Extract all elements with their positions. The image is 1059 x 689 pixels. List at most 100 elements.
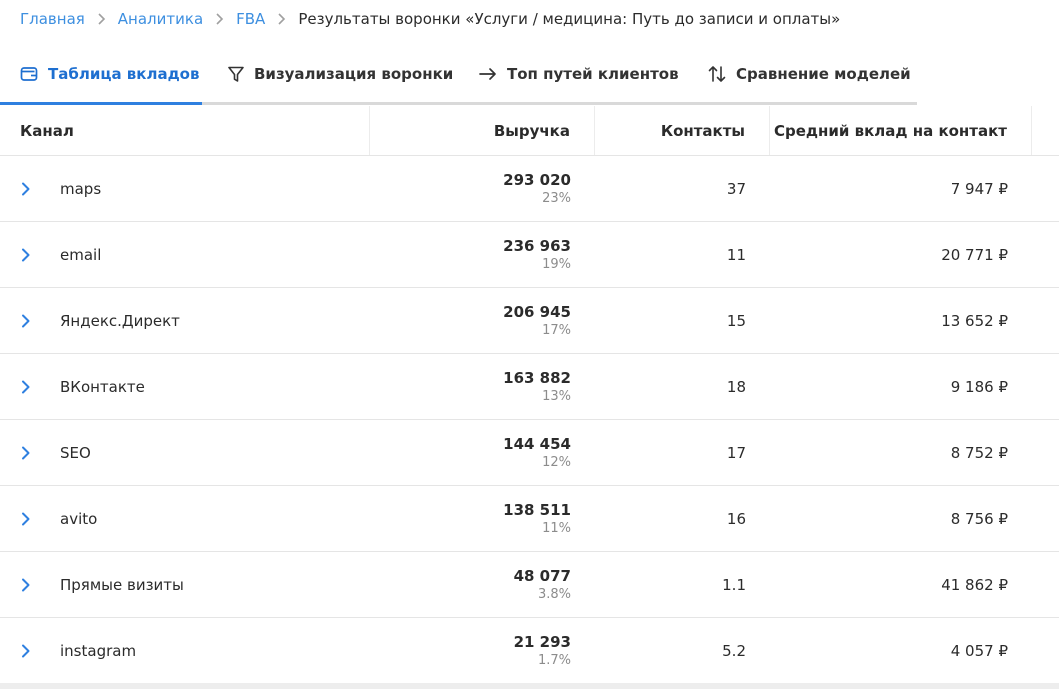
- row-spacer: [1032, 156, 1059, 221]
- avg-contribution-cell: 4 057 ₽: [950, 641, 1008, 660]
- channel-name: avito: [60, 509, 98, 528]
- column-header-contacts[interactable]: Контакты: [595, 106, 770, 155]
- revenue-value: 206 945: [503, 302, 571, 321]
- table-row[interactable]: maps 293 020 23% 37 7 947 ₽: [0, 156, 1059, 222]
- breadcrumb-current: Результаты воронки «Услуги / медицина: П…: [298, 10, 841, 28]
- row-spacer: [1032, 222, 1059, 287]
- channel-cell: SEO: [0, 420, 370, 485]
- contacts-cell: 18: [726, 377, 746, 396]
- breadcrumb-analytics[interactable]: Аналитика: [118, 10, 203, 28]
- revenue-cell: 21 293 1.7%: [370, 618, 595, 683]
- revenue-value: 138 511: [503, 500, 571, 519]
- revenue-value: 21 293: [513, 632, 571, 651]
- chevron-right-icon[interactable]: [18, 577, 34, 593]
- revenue-value: 144 454: [503, 434, 571, 453]
- contacts-cell: 16: [726, 509, 746, 528]
- row-spacer: [1032, 486, 1059, 551]
- chevron-right-icon[interactable]: [18, 445, 34, 461]
- contribution-table: Канал Выручка Контакты Средний вклад на …: [0, 106, 1059, 684]
- revenue-cell: 206 945 17%: [370, 288, 595, 353]
- channel-name: Яндекс.Директ: [60, 311, 180, 330]
- revenue-cell: 144 454 12%: [370, 420, 595, 485]
- column-header-channel[interactable]: Канал: [0, 106, 370, 155]
- channel-cell: avito: [0, 486, 370, 551]
- revenue-value: 236 963: [503, 236, 571, 255]
- breadcrumb-fba[interactable]: FBA: [236, 10, 265, 28]
- revenue-share: 17%: [542, 322, 571, 338]
- contacts-cell: 1.1: [722, 575, 746, 594]
- table-row[interactable]: Прямые визиты 48 077 3.8% 1.1 41 862 ₽: [0, 552, 1059, 618]
- chevron-right-icon[interactable]: [18, 313, 34, 329]
- table-row[interactable]: SEO 144 454 12% 17 8 752 ₽: [0, 420, 1059, 486]
- avg-contribution-cell: 8 752 ₽: [950, 443, 1008, 462]
- chevron-right-icon[interactable]: [18, 643, 34, 659]
- table-header: Канал Выручка Контакты Средний вклад на …: [0, 106, 1059, 156]
- row-spacer: [1032, 354, 1059, 419]
- tab-model-comparison[interactable]: Сравнение моделей: [686, 46, 917, 102]
- avg-contribution-cell: 13 652 ₽: [941, 311, 1008, 330]
- channel-cell: ВКонтакте: [0, 354, 370, 419]
- table-row[interactable]: avito 138 511 11% 16 8 756 ₽: [0, 486, 1059, 552]
- contacts-cell: 5.2: [722, 641, 746, 660]
- sort-arrows-icon: [708, 65, 726, 83]
- avg-contribution-cell: 41 862 ₽: [941, 575, 1008, 594]
- avg-contribution-cell: 9 186 ₽: [950, 377, 1008, 396]
- tab-label: Топ путей клиентов: [507, 65, 679, 83]
- chevron-right-icon[interactable]: [18, 247, 34, 263]
- channel-name: SEO: [60, 443, 91, 462]
- revenue-cell: 48 077 3.8%: [370, 552, 595, 617]
- tab-funnel-visualization[interactable]: Визуализация воронки: [202, 46, 453, 102]
- avg-contribution-cell: 8 756 ₽: [950, 509, 1008, 528]
- contacts-cell: 11: [726, 245, 746, 264]
- revenue-share: 12%: [542, 454, 571, 470]
- contacts-cell: 17: [726, 443, 746, 462]
- row-spacer: [1032, 288, 1059, 353]
- tab-label: Таблица вкладов: [48, 65, 200, 83]
- table-row[interactable]: Яндекс.Директ 206 945 17% 15 13 652 ₽: [0, 288, 1059, 354]
- column-header-revenue[interactable]: Выручка: [370, 106, 595, 155]
- chevron-right-icon[interactable]: [18, 379, 34, 395]
- chevron-right-icon: [215, 12, 224, 26]
- filter-icon: [228, 66, 244, 83]
- channel-name: Прямые визиты: [60, 575, 184, 594]
- breadcrumb: Главная Аналитика FBA Результаты воронки…: [20, 0, 840, 38]
- column-header-spacer: [1032, 106, 1059, 155]
- chevron-right-icon[interactable]: [18, 511, 34, 527]
- row-spacer: [1032, 552, 1059, 617]
- revenue-cell: 163 882 13%: [370, 354, 595, 419]
- revenue-share: 19%: [542, 256, 571, 272]
- breadcrumb-home[interactable]: Главная: [20, 10, 85, 28]
- channel-name: maps: [60, 179, 102, 198]
- chevron-right-icon[interactable]: [18, 181, 34, 197]
- horizontal-scrollbar[interactable]: [0, 683, 1059, 689]
- table-row[interactable]: instagram 21 293 1.7% 5.2 4 057 ₽: [0, 618, 1059, 684]
- revenue-cell: 138 511 11%: [370, 486, 595, 551]
- channel-name: email: [60, 245, 102, 264]
- wallet-icon: [20, 66, 38, 82]
- table-row[interactable]: ВКонтакте 163 882 13% 18 9 186 ₽: [0, 354, 1059, 420]
- revenue-value: 293 020: [503, 170, 571, 189]
- contacts-cell: 37: [726, 179, 746, 198]
- revenue-share: 11%: [542, 520, 571, 536]
- tab-bar: Таблица вкладов Визуализация воронки Топ…: [0, 46, 917, 105]
- channel-cell: Яндекс.Директ: [0, 288, 370, 353]
- revenue-share: 3.8%: [537, 586, 571, 602]
- arrow-right-icon: [479, 67, 497, 81]
- channel-cell: maps: [0, 156, 370, 221]
- tab-top-client-paths[interactable]: Топ путей клиентов: [451, 46, 686, 102]
- revenue-value: 48 077: [513, 566, 571, 585]
- channel-cell: Прямые визиты: [0, 552, 370, 617]
- tab-label: Сравнение моделей: [736, 65, 911, 83]
- channel-name: ВКонтакте: [60, 377, 145, 396]
- channel-name: instagram: [60, 641, 137, 660]
- row-spacer: [1032, 420, 1059, 485]
- row-spacer: [1032, 618, 1059, 683]
- revenue-cell: 236 963 19%: [370, 222, 595, 287]
- revenue-share: 13%: [542, 388, 571, 404]
- column-header-avg-contribution[interactable]: Средний вклад на контакт: [770, 106, 1032, 155]
- revenue-share: 23%: [542, 190, 571, 206]
- channel-cell: instagram: [0, 618, 370, 683]
- tab-contribution-table[interactable]: Таблица вкладов: [0, 46, 202, 105]
- table-body: maps 293 020 23% 37 7 947 ₽ email 236 96…: [0, 156, 1059, 684]
- table-row[interactable]: email 236 963 19% 11 20 771 ₽: [0, 222, 1059, 288]
